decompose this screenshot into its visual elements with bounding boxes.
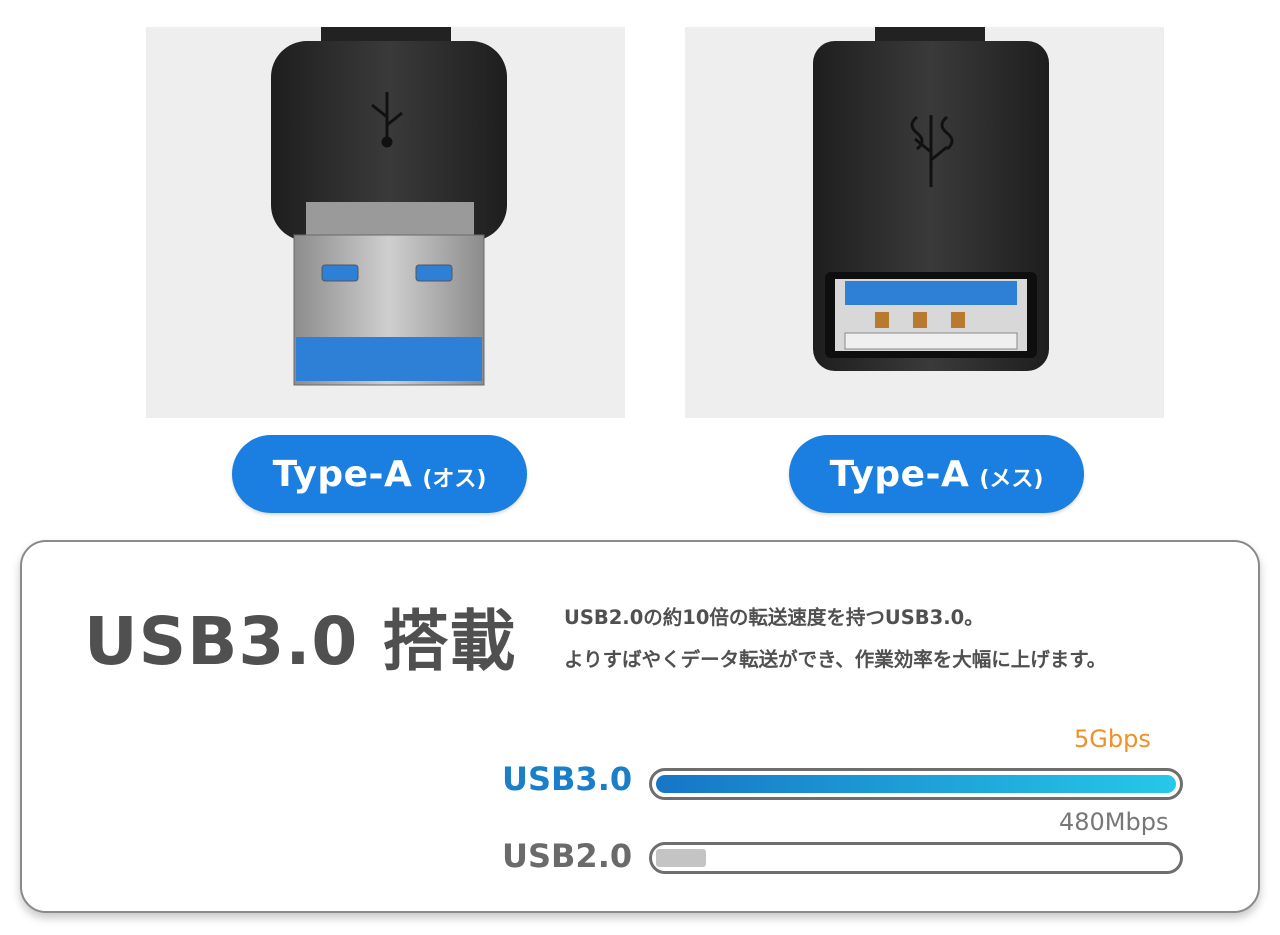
usb3-speed-bar [649, 768, 1183, 800]
feature-desc-line-2: よりすばやくデータ転送ができ、作業効率を大幅に上げます。 [564, 648, 1107, 671]
usb-type-a-female-photo [685, 27, 1164, 418]
usb3-speed-value: 5Gbps [1074, 725, 1151, 753]
type-a-female-label-sub: (メス) [979, 467, 1044, 492]
usb3-speed-bar-fill [656, 775, 1176, 793]
usb3-feature-card: USB3.0 搭載 USB2.0の約10倍の転送速度を持つUSB3.0。 よりす… [20, 540, 1260, 913]
type-a-male-label-text: Type-A [272, 453, 413, 495]
feature-desc-line-1: USB2.0の約10倍の転送速度を持つUSB3.0。 [564, 606, 984, 629]
usb2-speed-bar-fill [656, 849, 706, 867]
usb-type-a-male-photo [146, 27, 625, 418]
feature-title: USB3.0 搭載 [84, 603, 517, 680]
usb2-speed-label: USB2.0 [502, 837, 633, 875]
type-a-female-label: Type-A (メス) [789, 435, 1084, 513]
usb2-speed-bar [649, 842, 1183, 874]
type-a-male-label-sub: (オス) [422, 467, 487, 492]
feature-description: USB2.0の約10倍の転送速度を持つUSB3.0。 よりすばやくデータ転送がで… [564, 597, 1244, 681]
type-a-male-label: Type-A (オス) [232, 435, 527, 513]
type-a-female-label-text: Type-A [829, 453, 970, 495]
usb2-speed-value: 480Mbps [1059, 808, 1169, 836]
usb3-speed-label: USB3.0 [502, 760, 633, 798]
